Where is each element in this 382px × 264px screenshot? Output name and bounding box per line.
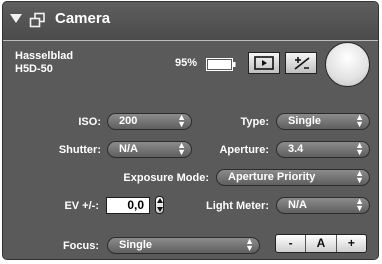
- exposure-tool-button[interactable]: [285, 52, 317, 74]
- ev-stepper[interactable]: [155, 196, 164, 214]
- focus-label: Focus:: [62, 240, 99, 252]
- updown-arrows-icon: ▲ ▼: [355, 141, 364, 157]
- battery-percentage: 95%: [175, 57, 198, 69]
- focus-minus-button[interactable]: -: [276, 235, 305, 252]
- light-meter-select[interactable]: N/A ▲ ▼: [276, 197, 370, 214]
- aperture-label: Aperture:: [219, 144, 269, 156]
- shutter-release-icon[interactable]: [325, 42, 370, 87]
- type-value: Single: [288, 115, 322, 127]
- focus-adjust-control: - A +: [275, 234, 367, 253]
- updown-arrows-icon: ▲ ▼: [177, 113, 186, 129]
- panel-header[interactable]: Camera: [3, 2, 378, 41]
- panel-title: Camera: [55, 10, 111, 27]
- ev-field[interactable]: 0,0: [106, 197, 150, 214]
- disclosure-triangle-icon[interactable]: [10, 14, 22, 23]
- camera-panel-root: Camera Hasselblad H5D-50 95% ISO: 200 ▲ ▼…: [0, 0, 382, 264]
- updown-arrows-icon: ▲ ▼: [355, 197, 364, 213]
- ev-value: 0,0: [127, 198, 144, 212]
- iso-label: ISO:: [78, 116, 101, 128]
- type-label: Type:: [240, 116, 269, 128]
- camera-window-icon: [29, 12, 45, 28]
- updown-arrows-icon: ▲ ▼: [177, 141, 186, 157]
- iso-select[interactable]: 200 ▲ ▼: [107, 113, 192, 130]
- updown-arrows-icon: ▲ ▼: [245, 237, 254, 253]
- shutter-select[interactable]: N/A ▲ ▼: [107, 141, 192, 158]
- shutter-value: N/A: [119, 143, 138, 155]
- live-view-icon: [254, 56, 274, 70]
- camera-model-line1: Hasselblad: [15, 50, 74, 62]
- exposure-tool-icon: [294, 57, 310, 70]
- stepper-down-icon[interactable]: [157, 207, 163, 212]
- exposure-mode-label: Exposure Mode:: [123, 172, 209, 184]
- exposure-mode-select[interactable]: Aperture Priority ▲ ▼: [216, 169, 370, 186]
- light-meter-value: N/A: [288, 199, 307, 211]
- stepper-up-icon[interactable]: [157, 198, 163, 203]
- focus-value: Single: [119, 239, 153, 251]
- exposure-mode-value: Aperture Priority: [228, 171, 316, 183]
- shutter-label: Shutter:: [58, 144, 101, 156]
- updown-arrows-icon: ▲ ▼: [355, 113, 364, 129]
- iso-value: 200: [119, 115, 138, 127]
- aperture-select[interactable]: 3.4 ▲ ▼: [276, 141, 370, 158]
- updown-arrows-icon: ▲ ▼: [355, 169, 364, 185]
- battery-icon: [206, 58, 236, 71]
- type-select[interactable]: Single ▲ ▼: [276, 113, 370, 130]
- live-view-button[interactable]: [248, 52, 280, 74]
- aperture-value: 3.4: [288, 143, 304, 155]
- light-meter-label: Light Meter:: [206, 200, 269, 212]
- camera-panel: Camera Hasselblad H5D-50 95% ISO: 200 ▲ ▼…: [2, 1, 379, 260]
- focus-auto-button[interactable]: A: [305, 235, 335, 252]
- ev-label: EV +/-:: [64, 200, 99, 212]
- focus-plus-button[interactable]: +: [335, 235, 366, 252]
- camera-model-line2: H5D-50: [15, 63, 53, 75]
- focus-select[interactable]: Single ▲ ▼: [107, 237, 260, 254]
